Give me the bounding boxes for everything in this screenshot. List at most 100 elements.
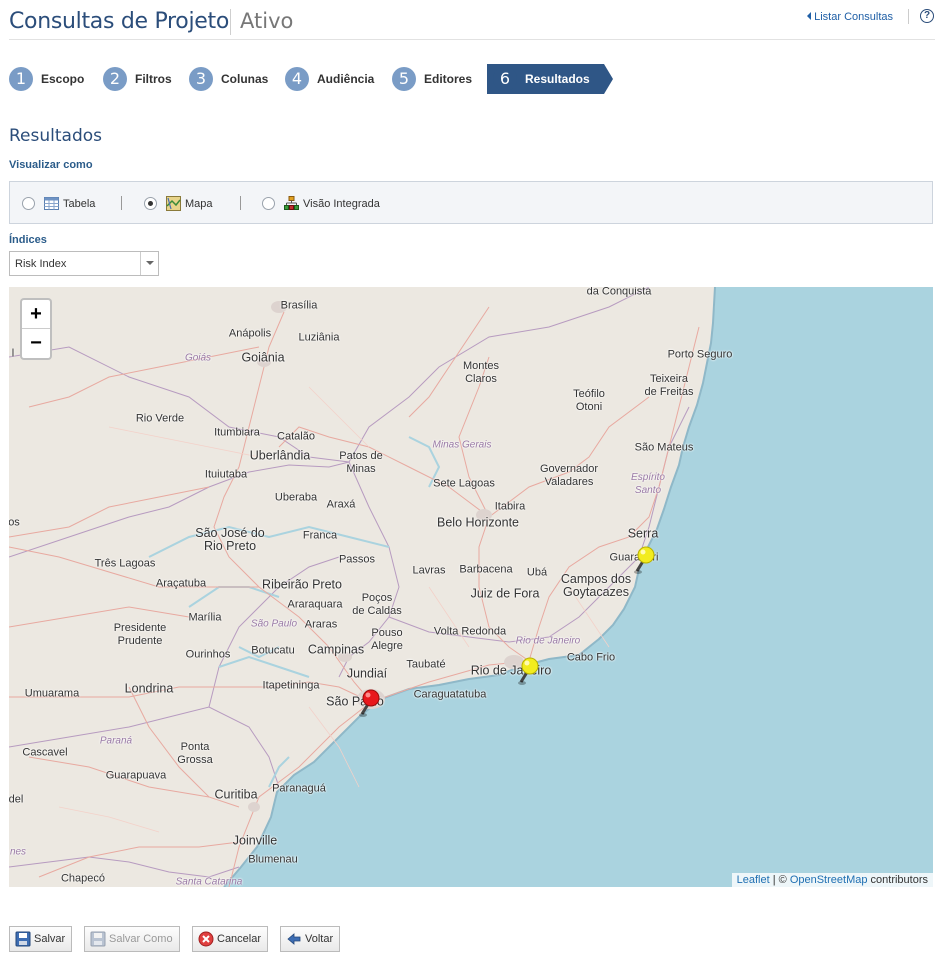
map-label: Barbacena [459,563,513,576]
map-label: Minas Gerais [432,439,492,451]
map-attribution: Leaflet | © OpenStreetMap contributors [731,873,933,887]
map-label: Três Lagoas [94,557,156,570]
option-integrated-label: Visão Integrada [303,197,380,210]
step-escopo[interactable]: 1 Escopo [9,64,84,94]
indices-select[interactable]: Risk Index [9,251,159,276]
map-icon [166,196,181,211]
map-label: Brasília [280,299,318,312]
step-editores[interactable]: 5 Editores [392,64,472,94]
step-label: Colunas [221,72,269,86]
map-label: Jundiaí [346,666,388,681]
map-label: Sete Lagoas [433,477,495,490]
map-label: Londrina [124,681,174,696]
map-label: Araxá [326,498,356,511]
map-label: Campinas [307,642,365,657]
step-resultados[interactable]: 6 Resultados [487,64,613,94]
step-colunas[interactable]: 3 Colunas [189,64,268,94]
map-label: Marília [188,611,222,624]
map-label: Lavras [412,564,446,577]
map-label: Araras [304,618,338,631]
map-label: Porto Seguro [667,348,733,361]
hierarchy-icon [284,196,299,211]
radio-map[interactable] [144,197,157,210]
map-label: Teófilo Otoni [573,388,605,413]
map-label: Poços de Caldas [352,592,402,617]
cancel-button[interactable]: Cancelar [192,926,269,952]
map-label: Goiás [184,352,212,364]
map-label: Ourinhos [185,648,231,661]
save-button[interactable]: Salvar [9,926,73,952]
map-label: Paraná [99,735,133,747]
list-queries-link[interactable]: Listar Consultas [807,11,893,23]
map-label: Rio Verde [135,412,185,425]
visualize-options: Tabela Mapa Visão Integrada [9,181,933,224]
title-divider [230,9,231,35]
map-label: Anápolis [228,327,272,340]
osm-link[interactable]: OpenStreetMap [790,874,868,886]
map-label: Teixeira de Freitas [644,373,694,398]
map-label: Serra [627,526,659,541]
leaflet-link[interactable]: Leaflet [737,874,770,886]
map-label: l [11,347,15,360]
map-label: Uberaba [274,491,318,504]
page-header: Consultas de Projeto Ativo Listar Consul… [9,0,935,40]
step-label: Escopo [41,72,85,86]
map-label: Blumenau [248,853,298,866]
map-label: Joinville [232,833,278,848]
map-view[interactable]: Brasília da Conquista Anápolis Luziânia … [9,287,933,887]
map-label: del [9,793,24,806]
map-label: Governador Valadares [539,463,599,488]
back-button[interactable]: Voltar [280,926,341,952]
map-label: Franca [302,529,338,542]
step-audiencia[interactable]: 4 Audiência [285,64,374,94]
option-map[interactable]: Mapa [144,196,213,211]
map-label: Passos [338,553,376,566]
radio-integrated[interactable] [262,197,275,210]
map-label: Chapecó [60,872,106,885]
map-label: Patos de Minas [339,450,383,475]
caret-left-icon [807,12,812,20]
chevron-down-icon[interactable] [140,252,158,275]
map-pin-marker[interactable] [516,655,546,689]
save-as-label: Salvar Como [109,933,173,945]
map-label: Cascavel [22,746,68,759]
map-label: Luziânia [298,331,340,344]
map-label: Goiânia [241,350,285,365]
help-icon[interactable]: ? [920,9,934,23]
status-label: Ativo [240,9,294,33]
map-label: Cabo Frio [566,651,616,664]
map-label: Taubaté [406,658,446,671]
step-label: Audiência [317,72,375,86]
radio-table[interactable] [22,197,35,210]
map-label: Itumbiara [214,426,260,439]
step-number: 4 [285,67,309,91]
map-label: Rio de Janeiro [515,635,581,647]
map-label: Volta Redonda [433,625,507,638]
step-filtros[interactable]: 2 Filtros [103,64,172,94]
attribution-suffix: contributors [867,874,928,886]
cancel-label: Cancelar [217,933,262,945]
map-label: Paranaguá [272,782,326,795]
step-number: 6 [493,67,517,91]
map-label: os [9,516,20,529]
map-label: Ponta Grossa [177,741,213,766]
map-label: Ribeirão Preto [262,577,342,592]
zoom-out-button[interactable]: − [22,329,50,358]
map-pin-marker[interactable] [632,544,662,578]
map-pin-marker[interactable] [357,687,387,721]
floppy-disk-icon [90,931,106,947]
map-label: Caraguatatuba [413,688,487,701]
map-label: Curitiba [214,787,258,802]
option-table[interactable]: Tabela [22,196,95,211]
zoom-control: + − [20,298,52,360]
step-label: Editores [424,72,473,86]
zoom-in-button[interactable]: + [22,300,50,329]
indices-selected-value: Risk Index [15,258,67,270]
option-integrated[interactable]: Visão Integrada [262,196,380,211]
save-as-button[interactable]: Salvar Como [84,926,180,952]
save-label: Salvar [34,933,66,945]
map-label: Ubá [526,566,548,579]
map-label: São Mateus [634,441,694,454]
map-label: Itabira [494,500,526,513]
map-label: Juiz de Fora [470,586,540,601]
